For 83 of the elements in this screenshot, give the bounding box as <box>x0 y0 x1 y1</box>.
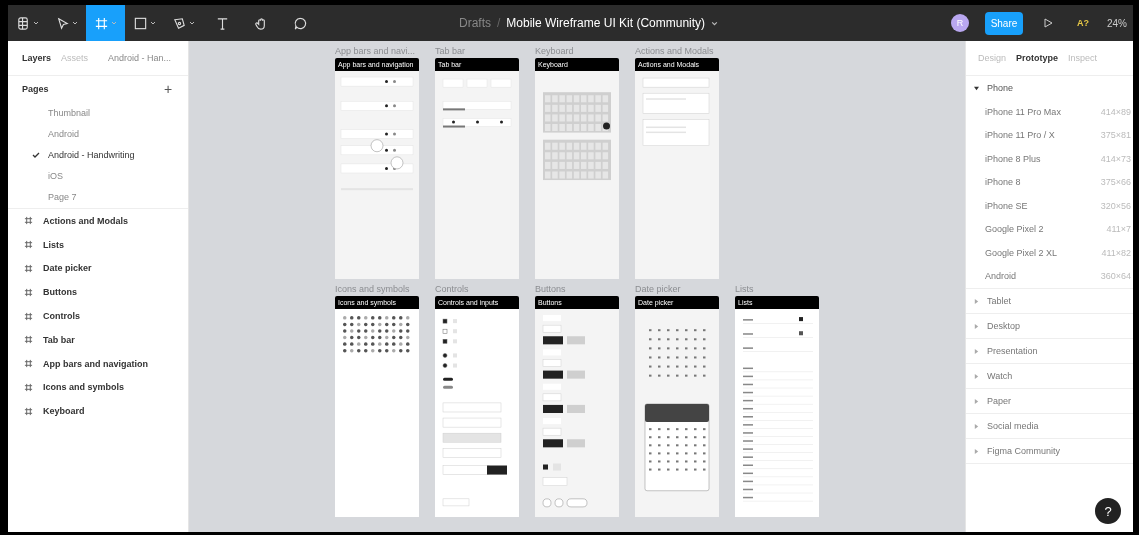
layer-item[interactable]: Buttons <box>43 287 77 298</box>
hash-icon <box>94 15 109 31</box>
page-item[interactable]: Android - Handwriting <box>8 144 188 165</box>
disclosure-triangle-icon <box>974 398 979 404</box>
disclosure-triangle-icon <box>974 323 979 329</box>
device-size: 360×64 <box>1100 271 1131 282</box>
layer-item[interactable]: Lists <box>43 239 64 250</box>
device-preset[interactable]: Android <box>985 271 1017 282</box>
frame-icon <box>24 406 33 416</box>
frame-icon <box>24 287 33 297</box>
page-item[interactable]: Page 7 <box>8 186 188 207</box>
preset-group[interactable]: Watch <box>966 364 1133 388</box>
device-size: 375×81 <box>1100 130 1131 141</box>
page-selector[interactable]: Android - Han... <box>108 53 172 63</box>
device-preset[interactable]: Google Pixel 2 XL <box>985 247 1058 258</box>
device-preset[interactable]: iPhone 8 <box>985 177 1021 188</box>
add-page-button[interactable]: + <box>162 81 174 97</box>
zoom-level[interactable]: 24% <box>1107 17 1127 29</box>
layer-item[interactable]: App bars and navigation <box>43 358 148 369</box>
pen-icon <box>172 15 187 31</box>
folder-link[interactable]: Drafts <box>459 16 491 30</box>
caret-icon <box>33 21 39 25</box>
preset-group[interactable]: Figma Community <box>966 439 1133 463</box>
preset-group[interactable]: Paper <box>966 389 1133 413</box>
device-preset[interactable]: iPhone 11 Pro / X <box>985 130 1055 141</box>
preset-group[interactable]: Tablet <box>966 289 1133 313</box>
preset-group[interactable]: Social media <box>966 414 1133 438</box>
layer-item[interactable]: Controls <box>43 311 80 322</box>
disclosure-triangle-icon <box>974 348 979 354</box>
pages-heading: Pages <box>22 84 49 94</box>
disclosure-triangle-icon <box>974 423 979 429</box>
device-preset[interactable]: iPhone SE <box>985 200 1028 211</box>
layer-item[interactable]: Date picker <box>43 263 92 274</box>
device-size: 375×66 <box>1100 177 1131 188</box>
file-name[interactable]: Mobile Wireframe UI Kit (Community) <box>506 16 706 30</box>
preset-group[interactable]: Presentation <box>966 339 1133 363</box>
panel-tab[interactable]: Prototype <box>1016 53 1059 63</box>
caret-icon[interactable] <box>711 20 719 26</box>
pointer-icon <box>55 15 70 31</box>
device-preset[interactable]: Google Pixel 2 <box>985 224 1044 235</box>
disclosure-triangle-icon <box>974 298 979 304</box>
device-preset[interactable]: iPhone 8 Plus <box>985 153 1041 164</box>
font-warning[interactable]: A? <box>1077 18 1089 28</box>
caret-icon <box>72 21 78 25</box>
frame-label[interactable]: Tab bar <box>435 45 519 58</box>
caret-icon <box>150 21 156 25</box>
panel-tab[interactable]: Layers <box>22 53 52 63</box>
device-size: 320×56 <box>1100 200 1131 211</box>
device-size: 411×82 <box>1101 247 1131 258</box>
layer-item[interactable]: Tab bar <box>43 334 75 345</box>
caret-icon <box>189 21 195 25</box>
frame-icon <box>24 311 33 321</box>
device-size: 414×89 <box>1100 106 1131 117</box>
play-icon[interactable] <box>1043 18 1053 28</box>
preset-group[interactable]: Phone <box>966 76 1133 100</box>
breadcrumb-separator: / <box>497 16 501 30</box>
device-preset[interactable]: iPhone 11 Pro Max <box>985 106 1061 117</box>
page-item[interactable]: Thumbnail <box>8 102 188 123</box>
disclosure-triangle-icon <box>974 85 979 91</box>
device-size: 411×7 <box>1106 224 1131 235</box>
device-size: 414×73 <box>1100 153 1131 164</box>
speech-bubble-icon <box>293 15 308 31</box>
frame-icon <box>24 382 33 392</box>
frame-icon <box>24 264 33 273</box>
layer-item[interactable]: Keyboard <box>43 406 85 417</box>
frame-icon <box>24 240 33 250</box>
page-item[interactable]: Android <box>8 123 188 144</box>
disclosure-triangle-icon <box>974 448 979 454</box>
page-item[interactable]: iOS <box>8 165 188 186</box>
checkmark-icon <box>32 151 40 158</box>
preset-group[interactable]: Desktop <box>966 314 1133 338</box>
frame-icon <box>24 216 33 226</box>
menu-icon <box>16 15 31 31</box>
square-icon <box>133 15 148 31</box>
text-icon <box>215 15 230 31</box>
layer-item[interactable]: Actions and Modals <box>43 215 128 226</box>
frame-icon <box>24 359 33 369</box>
caret-icon <box>111 21 117 25</box>
disclosure-triangle-icon <box>974 373 979 379</box>
help-button[interactable]: ? <box>1095 498 1121 524</box>
share-button[interactable]: Share <box>985 11 1023 35</box>
layer-item[interactable]: Icons and symbols <box>43 382 125 393</box>
frame-icon <box>24 335 33 345</box>
